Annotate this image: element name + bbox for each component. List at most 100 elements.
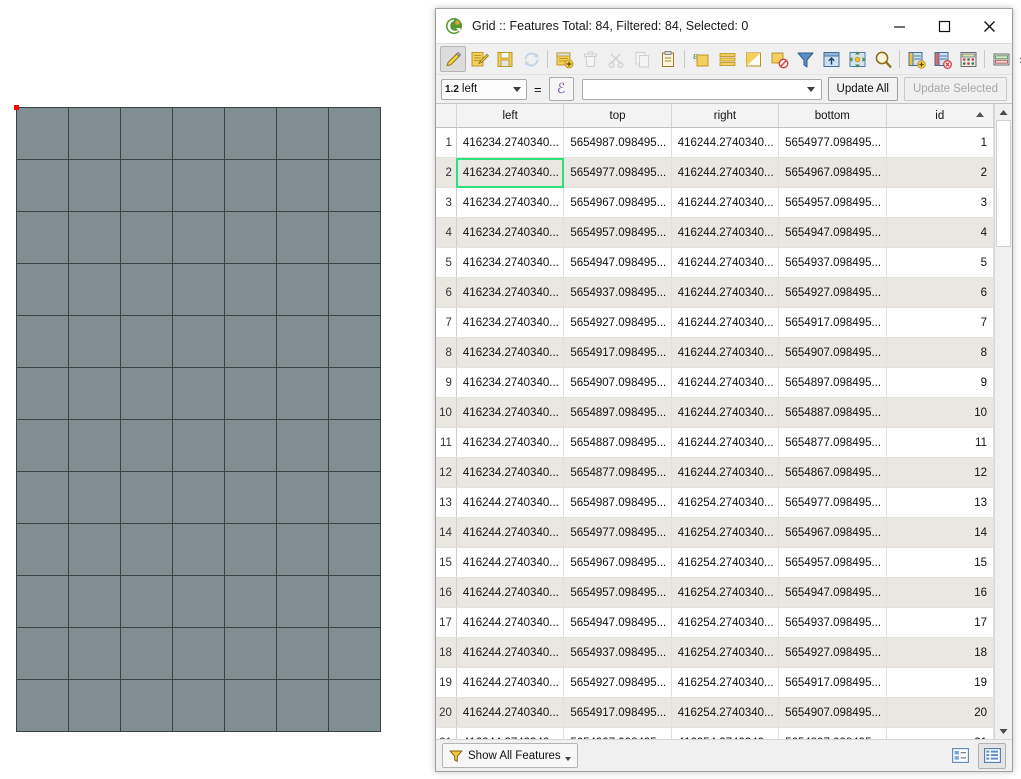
- cell-right[interactable]: 416254.2740340...: [671, 667, 780, 698]
- cell-bottom[interactable]: 5654887.098495...: [778, 397, 887, 428]
- cell-right[interactable]: 416254.2740340...: [671, 577, 780, 608]
- scroll-up-button[interactable]: [995, 104, 1012, 120]
- grid-cell[interactable]: [328, 523, 381, 576]
- pan-map-to-selected-button[interactable]: [844, 46, 870, 72]
- cell-top[interactable]: 5654947.098495...: [563, 247, 672, 278]
- grid-cell[interactable]: [276, 315, 329, 368]
- paste-features-button[interactable]: [655, 46, 681, 72]
- grid-cell[interactable]: [68, 263, 121, 316]
- grid-cell[interactable]: [68, 523, 121, 576]
- move-selection-to-top-button[interactable]: [818, 46, 844, 72]
- grid-cell[interactable]: [328, 211, 381, 264]
- grid-cell[interactable]: [120, 419, 173, 472]
- cell-right[interactable]: 416254.2740340...: [671, 607, 780, 638]
- grid-cell[interactable]: [68, 471, 121, 524]
- expression-bar[interactable]: 1.2 left = ℰ Update All Update Selected: [436, 75, 1012, 103]
- grid-cell[interactable]: [276, 471, 329, 524]
- table-row[interactable]: 8 416234.2740340... 5654917.098495... 41624…: [436, 337, 994, 368]
- table-row[interactable]: 21416244.2740340...5654907.098495...4162…: [436, 727, 994, 739]
- expression-input[interactable]: [582, 83, 804, 95]
- cell-bottom[interactable]: 5654967.098495...: [778, 157, 887, 188]
- grid-cell[interactable]: [224, 211, 277, 264]
- cell-top[interactable]: 5654987.098495...: [563, 127, 672, 158]
- table-row[interactable]: 18 416244.2740340... 5654937.098495... 4162…: [436, 637, 994, 668]
- delete-field-button[interactable]: [929, 46, 955, 72]
- column-header-left[interactable]: left: [456, 104, 565, 128]
- table-row[interactable]: 6 416234.2740340... 5654937.098495... 41624…: [436, 277, 994, 308]
- minimize-button[interactable]: [877, 10, 922, 43]
- grid-cell[interactable]: [172, 211, 225, 264]
- row-number[interactable]: 19: [436, 667, 457, 698]
- grid-cell[interactable]: [16, 211, 69, 264]
- grid-cell[interactable]: [172, 575, 225, 628]
- cell-left[interactable]: 416244.2740340...: [456, 517, 565, 548]
- scrollbar-track[interactable]: [995, 120, 1012, 723]
- table-row[interactable]: 1 416234.2740340... 5654987.098495... 41624…: [436, 127, 994, 158]
- field-select-dropdown[interactable]: 1.2 left: [441, 78, 527, 100]
- cell-top[interactable]: 5654917.098495...: [563, 697, 672, 728]
- cell-id[interactable]: 2: [886, 157, 994, 188]
- grid-cell[interactable]: [68, 419, 121, 472]
- grid-cell[interactable]: [276, 523, 329, 576]
- grid-cell[interactable]: [120, 107, 173, 160]
- vertical-scrollbar[interactable]: [994, 104, 1012, 739]
- grid-cell[interactable]: [328, 575, 381, 628]
- conditional-formatting-button[interactable]: [988, 46, 1014, 72]
- cell-top[interactable]: 5654977.098495...: [563, 517, 672, 548]
- grid-cell[interactable]: [172, 315, 225, 368]
- grid-cell[interactable]: [328, 107, 381, 160]
- cell-right[interactable]: 416244.2740340...: [671, 187, 780, 218]
- table-row[interactable]: 20 416244.2740340... 5654917.098495... 4162…: [436, 697, 994, 728]
- cell-bottom[interactable]: 5654867.098495...: [778, 457, 887, 488]
- cell-bottom[interactable]: 5654937.098495...: [778, 247, 887, 278]
- cell-left[interactable]: 416244.2740340...: [456, 727, 565, 739]
- cell-bottom[interactable]: 5654917.098495...: [778, 667, 887, 698]
- row-number[interactable]: 4: [436, 217, 457, 248]
- cell-bottom[interactable]: 5654957.098495...: [778, 187, 887, 218]
- grid-cell[interactable]: [276, 367, 329, 420]
- cell-bottom[interactable]: 5654947.098495...: [778, 217, 887, 248]
- table-row[interactable]: 15 416244.2740340... 5654967.098495... 4162…: [436, 547, 994, 578]
- cell-top[interactable]: 5654877.098495...: [563, 457, 672, 488]
- grid-cell[interactable]: [224, 575, 277, 628]
- grid-cell[interactable]: [16, 159, 69, 212]
- cell-id[interactable]: 12: [886, 457, 994, 488]
- table-row[interactable]: 16 416244.2740340... 5654957.098495... 4162…: [436, 577, 994, 608]
- select-by-expression-button[interactable]: ε: [688, 46, 714, 72]
- cell-id[interactable]: 16: [886, 577, 994, 608]
- deselect-all-button[interactable]: [766, 46, 792, 72]
- grid-cell[interactable]: [120, 367, 173, 420]
- grid-cell[interactable]: [276, 263, 329, 316]
- grid-cell[interactable]: [224, 523, 277, 576]
- cell-bottom[interactable]: 5654927.098495...: [778, 637, 887, 668]
- form-view-button[interactable]: [946, 743, 974, 769]
- cell-top[interactable]: 5654957.098495...: [563, 577, 672, 608]
- grid-cell[interactable]: [172, 263, 225, 316]
- grid-cell[interactable]: [68, 367, 121, 420]
- row-number[interactable]: 1: [436, 127, 457, 158]
- cell-right[interactable]: 416244.2740340...: [671, 127, 780, 158]
- cell-right[interactable]: 416254.2740340...: [671, 517, 780, 548]
- close-button[interactable]: [967, 10, 1012, 43]
- cell-right[interactable]: 416244.2740340...: [671, 397, 780, 428]
- grid-cell[interactable]: [276, 211, 329, 264]
- grid-cell[interactable]: [224, 419, 277, 472]
- cell-id[interactable]: 20: [886, 697, 994, 728]
- title-bar[interactable]: Grid :: Features Total: 84, Filtered: 84…: [436, 9, 1012, 44]
- row-number[interactable]: 7: [436, 307, 457, 338]
- grid-cell[interactable]: [16, 315, 69, 368]
- cell-top[interactable]: 5654937.098495...: [563, 277, 672, 308]
- grid-cell[interactable]: [328, 471, 381, 524]
- cell-bottom[interactable]: 5654977.098495...: [778, 487, 887, 518]
- table-row[interactable]: 14 416244.2740340... 5654977.098495... 4162…: [436, 517, 994, 548]
- cell-right[interactable]: 416244.2740340...: [671, 337, 780, 368]
- cell-bottom[interactable]: 5654967.098495...: [778, 517, 887, 548]
- map-canvas[interactable]: [0, 0, 435, 779]
- grid-cell[interactable]: [68, 575, 121, 628]
- cell-right[interactable]: 416244.2740340...: [671, 217, 780, 248]
- save-layer-edits-button[interactable]: [492, 46, 518, 72]
- grid-cell[interactable]: [224, 627, 277, 680]
- grid-cell[interactable]: [172, 471, 225, 524]
- expression-history-button[interactable]: [804, 86, 821, 92]
- cell-right[interactable]: 416244.2740340...: [671, 457, 780, 488]
